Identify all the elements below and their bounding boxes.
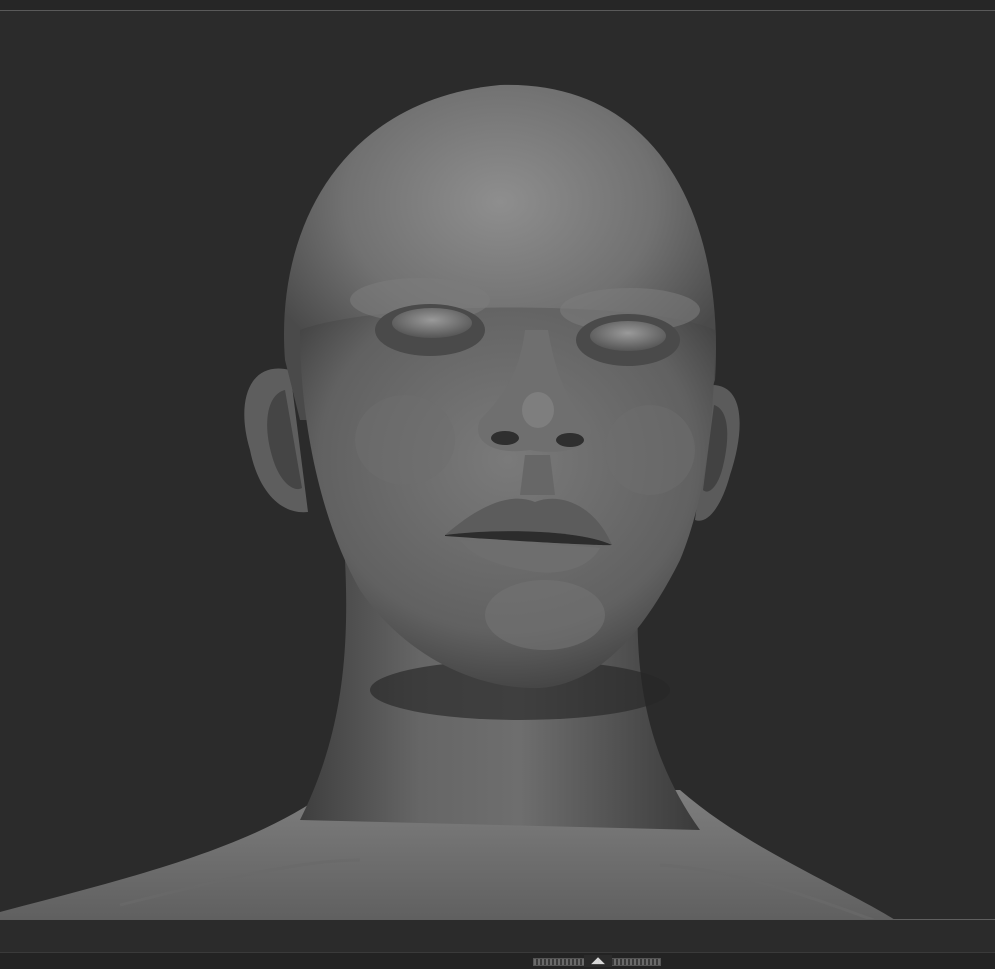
sculpting-app-window: ◢◣: [0, 0, 995, 969]
bottom-shelf-bar: [0, 952, 995, 969]
shelf-toggle-icon[interactable]: ◢◣: [584, 955, 612, 967]
3d-viewport[interactable]: [0, 11, 995, 919]
sculpt-canvas[interactable]: [0, 11, 995, 919]
viewport-bottom-border: [0, 919, 995, 920]
left-eye-shape: [392, 308, 472, 338]
right-eye-shape: [590, 321, 666, 351]
top-toolbar-edge: [0, 0, 995, 11]
